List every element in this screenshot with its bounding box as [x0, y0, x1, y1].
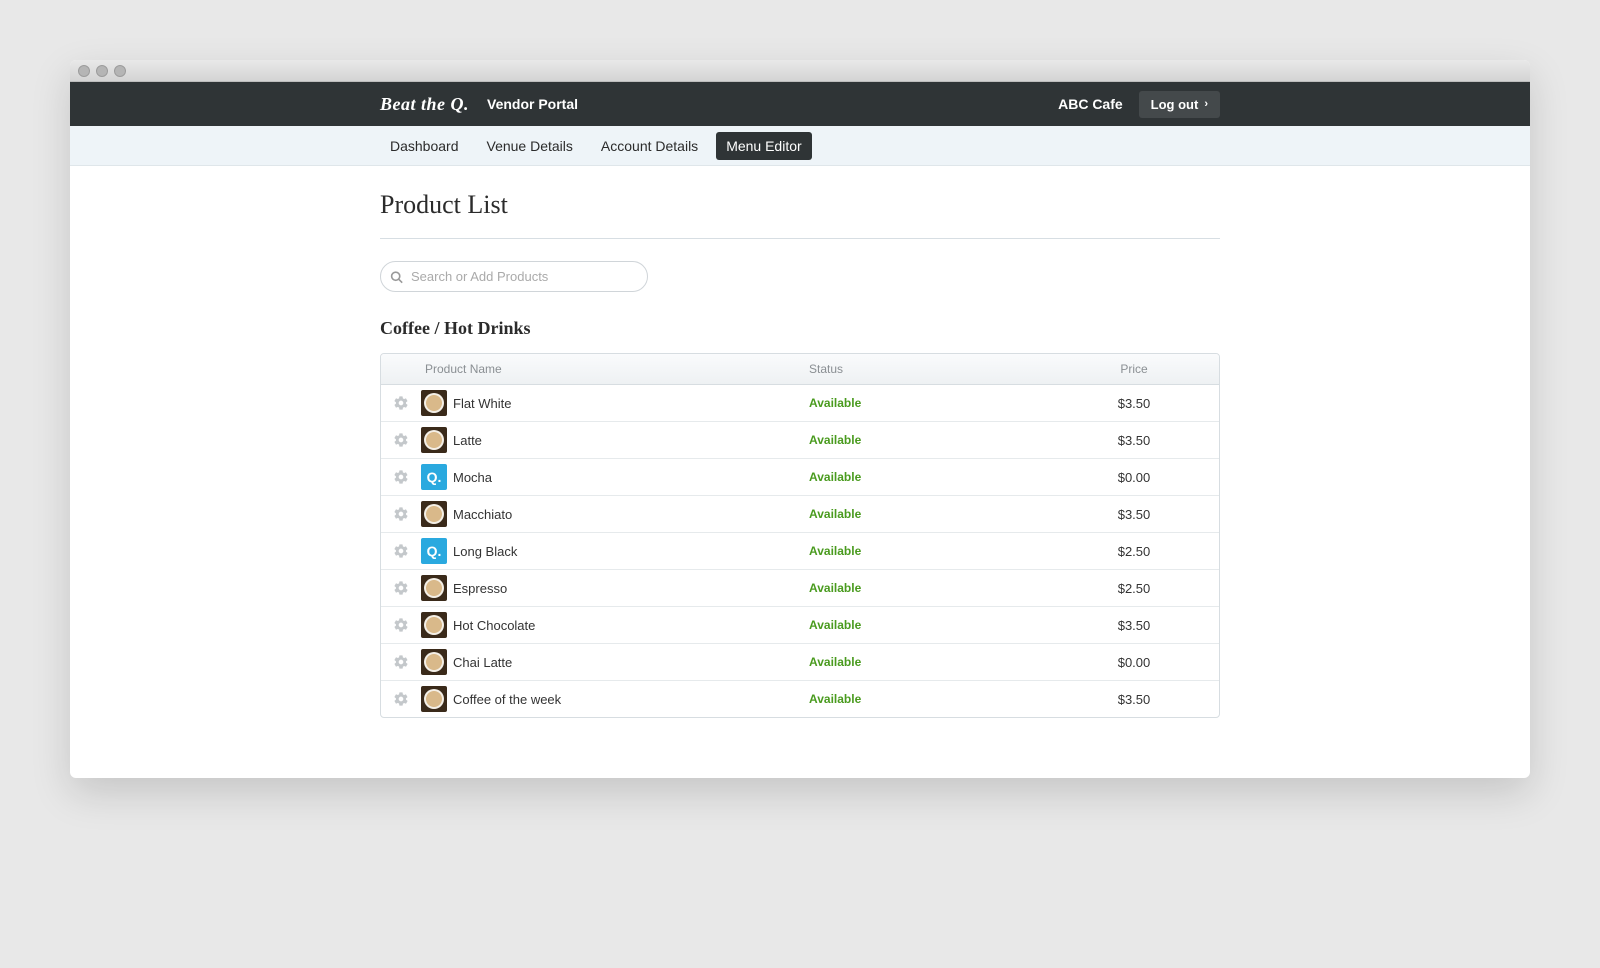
product-name: Mocha — [453, 470, 492, 485]
gear-icon[interactable] — [393, 395, 409, 411]
status-badge: Available — [809, 544, 1049, 558]
product-name: Long Black — [453, 544, 517, 559]
search-input[interactable] — [380, 261, 648, 292]
status-badge: Available — [809, 507, 1049, 521]
status-badge: Available — [809, 692, 1049, 706]
table-row[interactable]: Hot Chocolate Available$3.50 — [381, 607, 1219, 644]
product-thumbnail — [421, 501, 447, 527]
product-name: Hot Chocolate — [453, 618, 535, 633]
gear-icon[interactable] — [393, 469, 409, 485]
vendor-name: ABC Cafe — [1058, 96, 1123, 112]
status-badge: Available — [809, 433, 1049, 447]
product-price: $3.50 — [1049, 433, 1219, 448]
gear-icon[interactable] — [393, 506, 409, 522]
search-wrap — [380, 261, 648, 292]
portal-label: Vendor Portal — [487, 96, 578, 112]
product-thumbnail — [421, 575, 447, 601]
status-badge: Available — [809, 581, 1049, 595]
product-thumbnail — [421, 686, 447, 712]
table-header: Product Name Status Price — [381, 354, 1219, 385]
nav-item-account-details[interactable]: Account Details — [591, 132, 708, 160]
window-minimize-icon[interactable] — [96, 65, 108, 77]
product-table: Product Name Status Price Flat White Avai… — [380, 353, 1220, 718]
header-price: Price — [1049, 362, 1219, 376]
page-title: Product List — [380, 190, 1220, 220]
nav-item-dashboard[interactable]: Dashboard — [380, 132, 469, 160]
window-titlebar — [70, 60, 1530, 82]
logout-label: Log out — [1151, 97, 1199, 112]
product-name: Coffee of the week — [453, 692, 561, 707]
product-thumbnail — [421, 612, 447, 638]
gear-icon[interactable] — [393, 543, 409, 559]
table-row[interactable]: Macchiato Available$3.50 — [381, 496, 1219, 533]
product-thumbnail — [421, 649, 447, 675]
product-price: $3.50 — [1049, 396, 1219, 411]
table-row[interactable]: Q. Long Black Available$2.50 — [381, 533, 1219, 570]
topbar: Beat the Q. Vendor Portal ABC Cafe Log o… — [70, 82, 1530, 126]
search-icon — [390, 270, 403, 283]
product-name: Chai Latte — [453, 655, 512, 670]
product-price: $3.50 — [1049, 618, 1219, 633]
status-badge: Available — [809, 655, 1049, 669]
table-row[interactable]: Espresso Available$2.50 — [381, 570, 1219, 607]
table-row[interactable]: Q. Mocha Available$0.00 — [381, 459, 1219, 496]
logout-button[interactable]: Log out › — [1139, 91, 1220, 118]
product-price: $3.50 — [1049, 507, 1219, 522]
product-thumbnail — [421, 427, 447, 453]
product-name: Latte — [453, 433, 482, 448]
status-badge: Available — [809, 396, 1049, 410]
gear-icon[interactable] — [393, 580, 409, 596]
gear-icon[interactable] — [393, 691, 409, 707]
product-thumbnail — [421, 390, 447, 416]
product-name: Macchiato — [453, 507, 512, 522]
header-product-name: Product Name — [421, 362, 809, 376]
product-price: $2.50 — [1049, 581, 1219, 596]
main-content: Product List Coffee / Hot Drinks Product… — [380, 166, 1220, 778]
table-row[interactable]: Chai Latte Available$0.00 — [381, 644, 1219, 681]
product-price: $0.00 — [1049, 470, 1219, 485]
brand-logo: Beat the Q. — [380, 94, 469, 115]
chevron-right-icon: › — [1204, 98, 1208, 110]
product-thumbnail: Q. — [421, 464, 447, 490]
table-row[interactable]: Coffee of the week Available$3.50 — [381, 681, 1219, 717]
gear-icon[interactable] — [393, 617, 409, 633]
window-close-icon[interactable] — [78, 65, 90, 77]
app-window: Beat the Q. Vendor Portal ABC Cafe Log o… — [70, 60, 1530, 778]
product-name: Flat White — [453, 396, 512, 411]
divider — [380, 238, 1220, 239]
status-badge: Available — [809, 618, 1049, 632]
table-row[interactable]: Flat White Available$3.50 — [381, 385, 1219, 422]
product-price: $3.50 — [1049, 692, 1219, 707]
nav-item-menu-editor[interactable]: Menu Editor — [716, 132, 811, 160]
status-badge: Available — [809, 470, 1049, 484]
main-nav: Dashboard Venue Details Account Details Men… — [70, 126, 1530, 166]
nav-item-venue-details[interactable]: Venue Details — [477, 132, 583, 160]
category-title: Coffee / Hot Drinks — [380, 318, 1220, 339]
header-status: Status — [809, 362, 1049, 376]
window-zoom-icon[interactable] — [114, 65, 126, 77]
product-price: $0.00 — [1049, 655, 1219, 670]
table-row[interactable]: Latte Available$3.50 — [381, 422, 1219, 459]
product-name: Espresso — [453, 581, 507, 596]
product-price: $2.50 — [1049, 544, 1219, 559]
gear-icon[interactable] — [393, 432, 409, 448]
product-thumbnail: Q. — [421, 538, 447, 564]
gear-icon[interactable] — [393, 654, 409, 670]
